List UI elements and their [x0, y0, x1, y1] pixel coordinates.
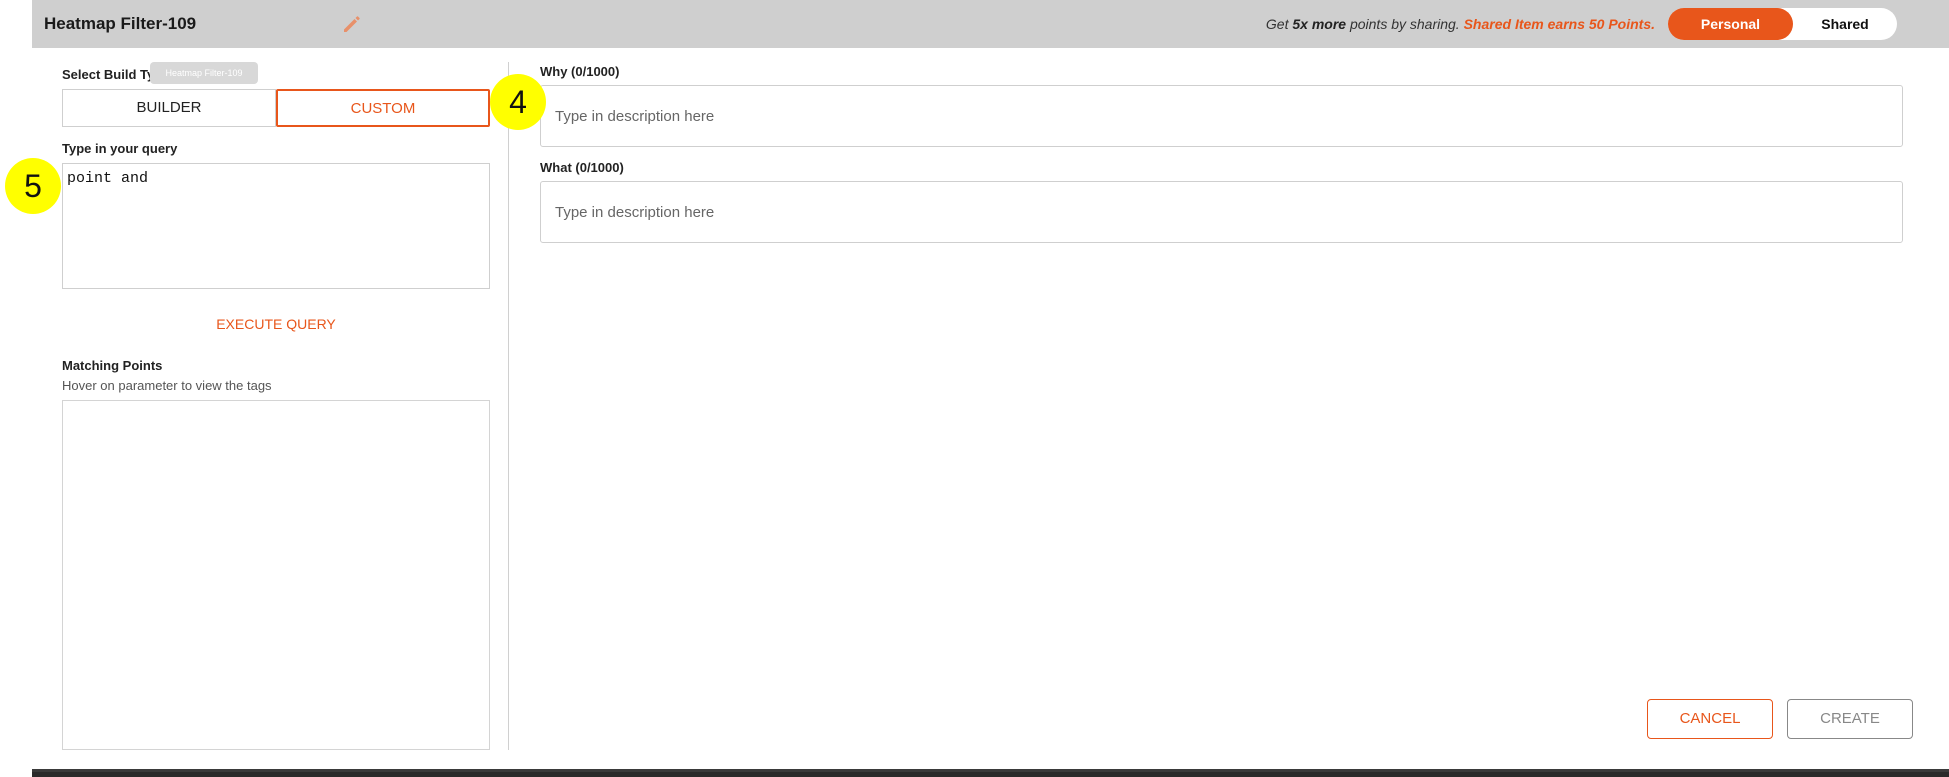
promo-middle: points by sharing.: [1346, 16, 1464, 32]
promo-accent: Shared Item earns 50 Points.: [1463, 16, 1655, 32]
title-tooltip: Heatmap Filter-109: [150, 62, 258, 84]
toggle-personal[interactable]: Personal: [1668, 8, 1793, 40]
matching-points-list[interactable]: [62, 400, 490, 750]
pencil-icon[interactable]: [340, 12, 364, 36]
page-background: [0, 0, 32, 777]
sharing-promo: Get 5x more points by sharing. Shared It…: [1266, 16, 1655, 32]
why-label: Why (0/1000): [540, 64, 620, 79]
dialog-title: Heatmap Filter-109: [44, 14, 197, 33]
matching-points-hint: Hover on parameter to view the tags: [62, 378, 272, 393]
toggle-shared[interactable]: Shared: [1793, 8, 1897, 40]
builder-tab[interactable]: BUILDER: [62, 89, 276, 127]
matching-points-label: Matching Points: [62, 358, 163, 373]
promo-prefix: Get: [1265, 16, 1293, 32]
custom-tab[interactable]: CUSTOM: [276, 89, 490, 127]
promo-bold: 5x more: [1292, 16, 1347, 32]
create-filter-dialog: Heatmap Filter-109 Get 5x more points by…: [32, 0, 1949, 772]
visibility-toggle: Personal Shared: [1668, 8, 1897, 40]
what-input[interactable]: [540, 181, 1903, 243]
why-input[interactable]: [540, 85, 1903, 147]
create-button[interactable]: CREATE: [1787, 699, 1913, 739]
query-input[interactable]: point and: [62, 163, 490, 289]
query-label: Type in your query: [62, 141, 178, 156]
dialog-header: Heatmap Filter-109 Get 5x more points by…: [32, 0, 1949, 48]
what-label: What (0/1000): [540, 160, 624, 175]
column-divider: [508, 62, 509, 750]
cancel-button[interactable]: CANCEL: [1647, 699, 1773, 739]
execute-query-button[interactable]: EXECUTE QUERY: [62, 316, 490, 332]
step-marker-4: 4: [490, 74, 546, 130]
step-marker-5: 5: [5, 158, 61, 214]
